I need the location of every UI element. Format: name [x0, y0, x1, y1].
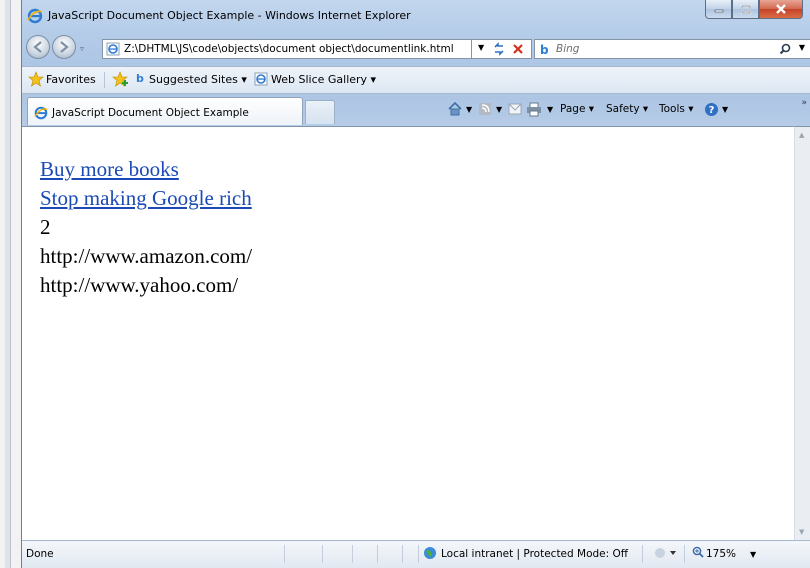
vertical-scrollbar[interactable]: ▲ ▼	[794, 126, 810, 540]
page-content: Buy more books Stop making Google rich 2…	[22, 126, 794, 540]
toolbar-overflow-icon[interactable]: »	[801, 98, 807, 108]
status-divider	[352, 545, 353, 563]
security-zone-text[interactable]: Local intranet | Protected Mode: Off	[441, 548, 628, 560]
search-placeholder: Bing	[556, 43, 580, 55]
zoom-dropdown-icon[interactable]: ▼	[750, 550, 756, 559]
maximize-button[interactable]	[732, 0, 759, 19]
address-dropdown-icon[interactable]: ▼	[478, 43, 484, 52]
help-icon: ?	[705, 103, 718, 116]
tools-menu[interactable]: Tools ▾	[659, 103, 693, 115]
desktop-window-edge	[5, 0, 11, 568]
address-row: ▿ Z:\DHTML\JS\code\objects\document obje…	[22, 33, 810, 65]
zoom-icon	[692, 546, 704, 561]
status-divider	[377, 545, 378, 563]
ie-logo-icon	[27, 8, 43, 27]
zoom-level[interactable]: 175%	[706, 548, 736, 560]
page-icon	[106, 42, 120, 59]
web-slice-icon	[254, 72, 268, 89]
web-slice-gallery-button[interactable]: Web Slice Gallery ▾	[271, 73, 376, 86]
search-icon[interactable]	[779, 43, 791, 58]
title-bar: JavaScript Document Object Example - Win…	[22, 0, 810, 32]
status-divider	[684, 545, 685, 563]
forward-icon	[60, 41, 69, 53]
close-icon	[776, 4, 786, 14]
minimize-button[interactable]	[705, 0, 732, 19]
new-tab-button[interactable]	[305, 100, 335, 124]
status-text: Done	[26, 548, 54, 560]
mail-icon	[508, 103, 522, 115]
refresh-icon	[494, 42, 504, 56]
tab-current[interactable]: JavaScript Document Object Example	[27, 97, 303, 125]
print-icon	[527, 102, 541, 117]
search-options-icon[interactable]: ▼	[799, 43, 805, 52]
address-field[interactable]: Z:\DHTML\JS\code\objects\document object…	[102, 39, 472, 59]
status-divider	[418, 545, 419, 563]
status-divider	[642, 545, 643, 563]
history-dropdown-icon[interactable]: ▿	[80, 44, 84, 53]
search-field[interactable]: b Bing ▼	[534, 39, 810, 59]
page-menu[interactable]: Page ▾	[560, 103, 594, 115]
document-body: Buy more books Stop making Google rich 2…	[40, 155, 252, 300]
status-divider	[284, 545, 285, 563]
refresh-button[interactable]	[492, 41, 506, 60]
print-button[interactable]	[526, 102, 542, 120]
favbar-separator	[104, 72, 105, 88]
feeds-dropdown-icon[interactable]: ▼	[496, 105, 502, 114]
back-button[interactable]	[26, 35, 50, 59]
browser-window: JavaScript Document Object Example - Win…	[21, 0, 810, 568]
bing-icon: b	[136, 72, 144, 85]
address-url: Z:\DHTML\JS\code\objects\document object…	[124, 43, 454, 55]
back-icon	[33, 41, 42, 53]
scroll-down-icon[interactable]: ▼	[799, 528, 804, 536]
home-dropdown-icon[interactable]: ▼	[466, 105, 472, 114]
forward-button[interactable]	[52, 35, 76, 59]
link-buy-books[interactable]: Buy more books	[40, 155, 252, 184]
suggested-sites-button[interactable]: Suggested Sites ▾	[149, 73, 247, 86]
zone-globe-icon	[423, 546, 437, 563]
close-button[interactable]	[759, 0, 803, 19]
window-title: JavaScript Document Object Example - Win…	[48, 9, 411, 22]
help-button[interactable]: ?	[704, 102, 719, 120]
scroll-up-icon[interactable]: ▲	[799, 131, 804, 139]
status-divider	[322, 545, 323, 563]
stop-button[interactable]	[512, 42, 524, 59]
status-bar: Done Local intranet | Protected Mode: Of…	[22, 540, 810, 568]
print-dropdown-icon[interactable]: ▼	[547, 105, 553, 114]
favorites-star-icon	[28, 71, 44, 90]
mail-button[interactable]	[508, 103, 522, 118]
link-stop-google[interactable]: Stop making Google rich	[40, 184, 252, 213]
safety-menu[interactable]: Safety ▾	[606, 103, 648, 115]
tab-label: JavaScript Document Object Example	[52, 107, 249, 119]
address-tools: ▼	[472, 39, 532, 59]
svg-text:?: ?	[709, 105, 715, 116]
stop-icon	[513, 44, 523, 54]
ie-logo-icon	[34, 106, 48, 123]
maximize-icon	[740, 4, 751, 14]
help-dropdown-icon[interactable]: ▼	[722, 105, 728, 114]
minimize-icon	[714, 9, 723, 13]
feeds-button[interactable]	[478, 102, 492, 119]
tab-row: JavaScript Document Object Example ▼ ▼ ▼…	[22, 94, 810, 126]
link-href-amazon: http://www.amazon.com/	[40, 244, 253, 268]
link-count-text: 2	[40, 215, 51, 239]
caption-buttons	[705, 0, 803, 20]
favorites-button[interactable]: Favorites	[46, 73, 96, 86]
status-divider	[402, 545, 403, 563]
protected-mode-icon[interactable]	[654, 546, 676, 563]
add-favorites-icon[interactable]	[112, 71, 130, 90]
link-href-yahoo: http://www.yahoo.com/	[40, 273, 239, 297]
home-button[interactable]	[447, 101, 463, 120]
feeds-icon	[479, 103, 491, 115]
desktop-edge	[0, 0, 22, 568]
favorites-bar: Favorites b Suggested Sites ▾ Web Slice …	[22, 66, 810, 94]
bing-icon: b	[540, 43, 549, 57]
home-icon	[448, 101, 462, 116]
